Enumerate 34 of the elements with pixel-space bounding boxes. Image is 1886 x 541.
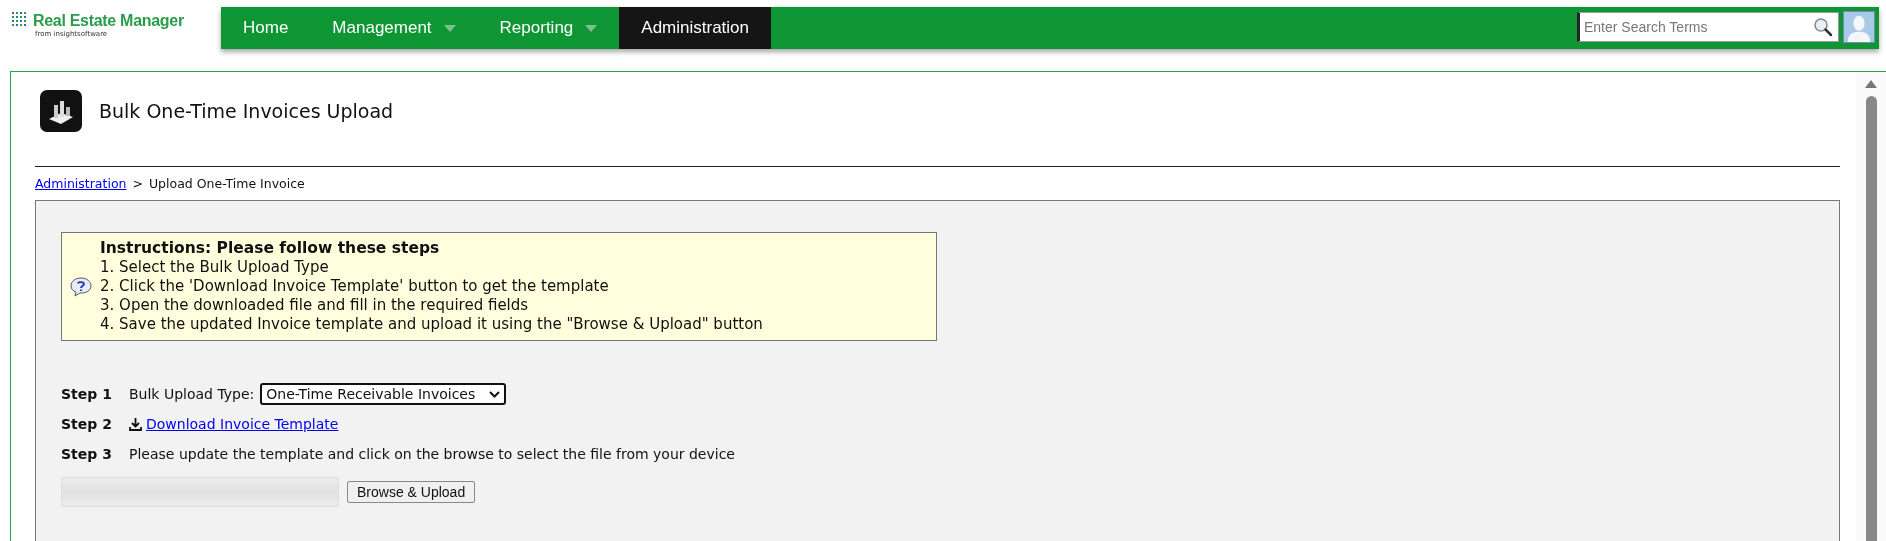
search-icon[interactable] xyxy=(1813,17,1833,37)
browse-upload-button[interactable]: Browse & Upload xyxy=(347,481,476,503)
instruction-line: 1. Select the Bulk Upload Type xyxy=(100,258,330,277)
help-icon xyxy=(70,276,92,297)
nav-tab[interactable]: Reporting xyxy=(477,7,620,49)
field-label: Bulk Upload Type: xyxy=(129,386,255,402)
scrollbar-thumb[interactable] xyxy=(1865,96,1877,541)
upload-type-dropdown[interactable]: One-Time Receivable Invoices xyxy=(260,383,507,405)
scroll-up-icon[interactable] xyxy=(1865,80,1877,88)
step-label: Step 1 xyxy=(61,386,113,402)
chart-icon xyxy=(39,89,83,133)
instruction-line: 4. Save the updated Invoice template and upload it using the "Browse & Upload" button xyxy=(100,315,763,334)
instruction-line: 3. Open the downloaded file and fill in the required fields xyxy=(100,296,530,315)
instruction-line: 2. Click the 'Download Invoice Template' button to get the template xyxy=(100,277,610,296)
breadcrumb-separator: > xyxy=(132,176,143,191)
instructions-heading: Instructions: Please follow these steps xyxy=(100,239,441,258)
download-template-link[interactable]: Download Invoice Template xyxy=(146,416,339,432)
caret-icon xyxy=(585,24,598,32)
step-label: Step 2 xyxy=(61,416,113,432)
breadcrumb-current: Upload One-Time Invoice xyxy=(148,176,305,191)
chevron-icon xyxy=(489,390,501,398)
step-label: Step 3 xyxy=(61,446,113,462)
nav-tab[interactable]: Management xyxy=(310,7,478,49)
search-field[interactable]: Enter Search Terms xyxy=(1577,12,1839,42)
step-text: Please update the template and click on the browse to select the file from your device xyxy=(129,446,735,462)
download-icon xyxy=(129,417,142,431)
breadcrumb-link[interactable]: Administration xyxy=(35,176,127,191)
brand-name: Real Estate Manager xyxy=(33,12,184,30)
nav-tab[interactable]: Home xyxy=(221,7,311,49)
logo-icon xyxy=(12,12,27,26)
nav-tab[interactable]: Administration xyxy=(619,7,772,49)
avatar-icon[interactable] xyxy=(1843,11,1875,43)
caret-icon xyxy=(443,24,456,32)
page-title: Bulk One-Time Invoices Upload xyxy=(99,100,394,122)
